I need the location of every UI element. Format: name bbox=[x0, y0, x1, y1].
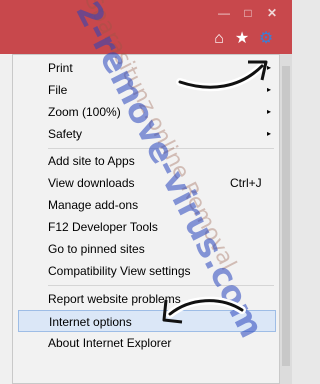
menu-item-f12-developer-tools[interactable]: F12 Developer Tools bbox=[18, 216, 276, 238]
menu-item-shortcut: Ctrl+J bbox=[230, 176, 262, 190]
menu-item-report-website-problems[interactable]: Report website problems bbox=[18, 288, 276, 310]
submenu-arrow-icon: ▸ bbox=[267, 129, 272, 138]
home-icon[interactable]: ⌂ bbox=[210, 30, 228, 48]
menu-separator bbox=[48, 148, 274, 149]
menu-item-go-to-pinned-sites[interactable]: Go to pinned sites bbox=[18, 238, 276, 260]
menu-item-label: Report website problems bbox=[48, 292, 181, 306]
menu-item-label: Manage add-ons bbox=[48, 198, 139, 212]
scrollbar-thumb[interactable] bbox=[282, 66, 290, 366]
menu-item-label: Add site to Apps bbox=[48, 154, 135, 168]
title-bar: — □ ✕ ⌂ ★ ⚙ bbox=[0, 0, 292, 54]
tools-menu: Print ▸ File ▸ Zoom (100%) ▸ Safety ▸ Ad… bbox=[12, 54, 280, 384]
menu-item-label: F12 Developer Tools bbox=[48, 220, 158, 234]
menu-item-manage-add-ons[interactable]: Manage add-ons bbox=[18, 194, 276, 216]
menu-item-label: File bbox=[48, 83, 68, 97]
submenu-arrow-icon: ▸ bbox=[267, 107, 272, 116]
favorites-star-icon[interactable]: ★ bbox=[233, 30, 251, 48]
menu-item-view-downloads[interactable]: View downloads Ctrl+J bbox=[18, 172, 276, 194]
menu-item-label: Compatibility View settings bbox=[48, 264, 191, 278]
menu-separator bbox=[48, 285, 274, 286]
tools-gear-icon[interactable]: ⚙ bbox=[257, 30, 275, 48]
menu-item-label: Zoom (100%) bbox=[48, 105, 121, 119]
menu-item-safety[interactable]: Safety ▸ bbox=[18, 123, 276, 145]
menu-item-label: View downloads bbox=[48, 176, 135, 190]
menu-item-label: Internet options bbox=[49, 315, 132, 329]
menu-item-zoom[interactable]: Zoom (100%) ▸ bbox=[18, 101, 276, 123]
menu-item-add-site-to-apps[interactable]: Add site to Apps bbox=[18, 150, 276, 172]
minimize-button[interactable]: — bbox=[214, 6, 234, 20]
menu-item-label: Safety bbox=[48, 127, 83, 141]
menu-item-label: Go to pinned sites bbox=[48, 242, 145, 256]
submenu-arrow-icon: ▸ bbox=[267, 85, 272, 94]
menu-item-internet-options[interactable]: Internet options bbox=[18, 310, 276, 332]
menu-item-label: About Internet Explorer bbox=[48, 336, 172, 350]
menu-item-compatibility-view-settings[interactable]: Compatibility View settings bbox=[18, 260, 276, 282]
submenu-arrow-icon: ▸ bbox=[267, 63, 272, 72]
menu-item-print[interactable]: Print ▸ bbox=[18, 57, 276, 79]
close-button[interactable]: ✕ bbox=[260, 6, 284, 20]
menu-item-label: Print bbox=[48, 61, 73, 75]
maximize-button[interactable]: □ bbox=[238, 6, 258, 20]
menu-item-about-internet-explorer[interactable]: About Internet Explorer bbox=[18, 332, 276, 354]
menu-item-file[interactable]: File ▸ bbox=[18, 79, 276, 101]
